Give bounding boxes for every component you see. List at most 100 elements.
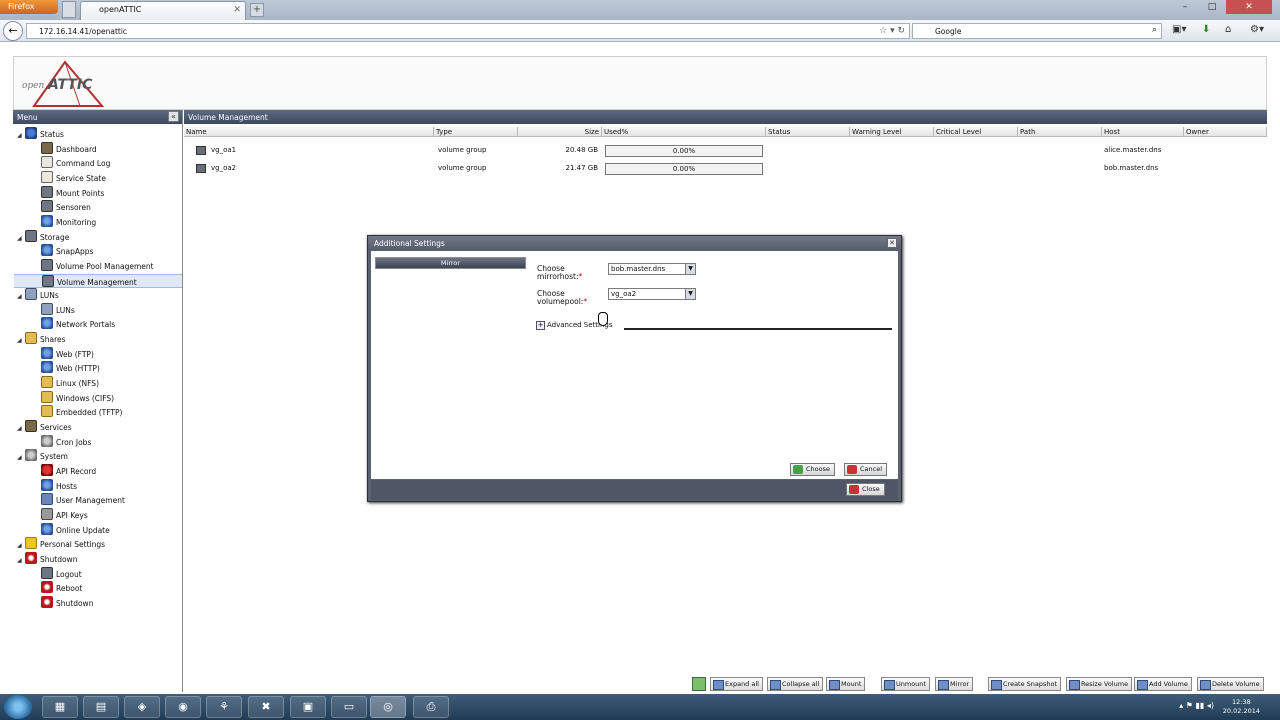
sidebar-item-status[interactable]: ◢ Status — [17, 127, 64, 141]
unmount-button[interactable]: Unmount — [881, 677, 930, 691]
search-bar[interactable]: Google ⌕ — [912, 23, 1162, 39]
sidebar-item-cron-jobs[interactable]: Cron Jobs — [33, 434, 91, 449]
column-header-status[interactable]: Status — [766, 127, 850, 137]
sidebar-item-shares[interactable]: ◢ Shares — [17, 332, 66, 346]
mirrorhost-select[interactable]: bob.master.dns ▼ — [608, 263, 696, 275]
home-icon[interactable]: ⌂ — [1225, 24, 1231, 35]
delete-volume-button[interactable]: Delete Volume — [1197, 677, 1264, 691]
expand-triangle-icon[interactable]: ◢ — [17, 290, 25, 304]
taskbar-firefox-icon[interactable]: ◎ — [370, 696, 406, 718]
sidebar-item-linux-nfs[interactable]: Linux (NFS) — [33, 376, 99, 390]
tab-close-icon[interactable]: ✕ — [233, 5, 241, 15]
sidebar-item-volume-pool-management[interactable]: Volume Pool Management — [33, 258, 154, 273]
collapse-all-button[interactable]: Collapse all — [767, 677, 824, 691]
download-icon[interactable]: ⬇ — [1202, 24, 1210, 35]
sidebar-item-luns[interactable]: LUNs — [33, 302, 75, 317]
maximize-button[interactable]: □ — [1199, 0, 1225, 14]
sidebar-item-command-log[interactable]: Command Log — [33, 156, 110, 170]
bookmark-star-icon[interactable]: ☆ ▾ ↻ — [879, 26, 905, 36]
sidebar-item-api-record[interactable]: API Record — [33, 463, 96, 478]
search-icon[interactable]: ⌕ — [1152, 25, 1157, 35]
sidebar-item-hosts[interactable]: Hosts — [33, 478, 77, 493]
taskbar-app-icon[interactable]: ✖ — [248, 696, 284, 718]
taskbar-app-icon[interactable]: ▭ — [331, 696, 367, 718]
firefox-menu-button[interactable]: Firefox — [0, 0, 58, 14]
column-header-name[interactable]: Name — [184, 127, 434, 137]
sidebar-item-services[interactable]: ◢ Services — [17, 420, 72, 434]
sidebar-item-snapapps[interactable]: SnapApps — [33, 244, 93, 258]
sidebar-item-storage[interactable]: ◢ Storage — [17, 229, 69, 246]
expand-all-button[interactable]: Expand all — [710, 677, 763, 691]
expand-triangle-icon[interactable]: ◢ — [17, 422, 25, 436]
sidebar-item-logout[interactable]: Logout — [33, 566, 82, 581]
sidebar-item-service-state[interactable]: Service State — [33, 170, 106, 185]
taskbar-explorer-icon[interactable]: ▤ — [83, 696, 119, 718]
expand-triangle-icon[interactable]: ◢ — [17, 129, 25, 143]
sidebar-item-user-management[interactable]: User Management — [33, 493, 125, 507]
column-header-host[interactable]: Host — [1102, 127, 1184, 137]
sidebar-item-web-http[interactable]: Web (HTTP) — [33, 361, 100, 375]
sidebar-item-dashboard[interactable]: Dashboard — [33, 141, 97, 156]
expand-triangle-icon[interactable]: ◢ — [17, 554, 25, 568]
expand-triangle-icon[interactable]: ◢ — [17, 232, 25, 246]
resize-volume-button[interactable]: Resize Volume — [1066, 677, 1133, 691]
column-header-path[interactable]: Path — [1018, 127, 1102, 137]
sidebar-item-mount-points[interactable]: Mount Points — [33, 185, 104, 200]
tools-icon[interactable]: ⚙▾ — [1250, 24, 1264, 35]
column-header-warning-level[interactable]: Warning Level — [850, 127, 934, 137]
expand-triangle-icon[interactable]: ◢ — [17, 334, 25, 348]
taskbar-app-icon[interactable]: ▣ — [290, 696, 326, 718]
back-button[interactable]: ← — [3, 21, 23, 41]
page-menu-icon[interactable]: ▣▾ — [1172, 24, 1186, 35]
taskbar-app-icon[interactable]: ▦ — [42, 696, 78, 718]
sidebar-item-network-portals[interactable]: Network Portals — [33, 317, 115, 331]
sidebar-item-online-update[interactable]: Online Update — [33, 522, 110, 537]
sidebar-item-web-ftp[interactable]: Web (FTP) — [33, 346, 94, 361]
expand-icon[interactable]: + — [536, 321, 545, 330]
mount-button[interactable]: Mount — [826, 677, 866, 691]
column-header-size[interactable]: Size — [518, 127, 602, 137]
collapse-menu-icon[interactable]: « — [168, 111, 179, 122]
volumepool-select[interactable]: vg_oa2 ▼ — [608, 288, 696, 300]
tab-openattic[interactable]: openATTIC ✕ — [80, 1, 246, 20]
sidebar-item-personal-settings[interactable]: ◢ Personal Settings — [17, 537, 105, 551]
system-clock[interactable]: 12:38 20.02.2014 — [1223, 698, 1260, 716]
create-snapshot-button[interactable]: Create Snapshot — [988, 677, 1062, 691]
dialog-titlebar[interactable]: Additional Settings ✕ — [368, 236, 901, 250]
sidebar-item-embedded-tftp[interactable]: Embedded (TFTP) — [33, 405, 122, 419]
column-header-owner[interactable]: Owner — [1184, 127, 1267, 137]
sidebar-item-luns[interactable]: ◢ LUNs — [17, 288, 59, 302]
pinned-tab[interactable] — [62, 1, 76, 18]
sidebar-item-sensoren[interactable]: Sensoren — [33, 200, 91, 214]
chevron-down-icon[interactable]: ▼ — [685, 264, 695, 274]
chevron-down-icon[interactable]: ▼ — [685, 289, 695, 299]
add-volume-button[interactable]: Add Volume — [1134, 677, 1192, 691]
sidebar-item-reboot[interactable]: Reboot — [33, 581, 82, 595]
sidebar-item-system[interactable]: ◢ System — [17, 449, 68, 463]
sidebar-item-shutdown[interactable]: ◢ Shutdown — [17, 551, 77, 568]
taskbar-app-icon[interactable]: ⚘ — [206, 696, 242, 718]
mirror-button[interactable]: Mirror — [935, 677, 974, 691]
column-header-used[interactable]: Used% — [602, 127, 766, 137]
sidebar-item-shutdown[interactable]: Shutdown — [33, 595, 93, 610]
tray-icons[interactable]: ▴ ⚑ ▮▮ ◂) — [1179, 701, 1214, 710]
sidebar-item-api-keys[interactable]: API Keys — [33, 507, 88, 522]
close-button[interactable]: Close — [846, 483, 885, 496]
refresh-icon[interactable] — [692, 677, 706, 691]
sidebar-item-windows-cifs[interactable]: Windows (CIFS) — [33, 390, 114, 405]
taskbar-network-icon[interactable]: ◈ — [124, 696, 160, 718]
sidebar-item-monitoring[interactable]: Monitoring — [33, 214, 96, 229]
expand-triangle-icon[interactable]: ◢ — [17, 451, 25, 465]
close-window-button[interactable]: ✕ — [1226, 0, 1272, 14]
taskbar-app-icon[interactable]: ◉ — [165, 696, 201, 718]
choose-button[interactable]: Choose — [790, 463, 835, 476]
nav-item-mirror[interactable]: Mirror — [375, 257, 526, 269]
close-icon[interactable]: ✕ — [887, 238, 897, 248]
sidebar-item-volume-management[interactable]: Volume Management — [14, 273, 182, 288]
start-button[interactable] — [4, 695, 32, 719]
cancel-button[interactable]: Cancel — [844, 463, 888, 476]
taskbar-pdf-icon[interactable]: ⎙ — [413, 696, 449, 718]
column-header-type[interactable]: Type — [434, 127, 518, 137]
url-bar[interactable]: 172.16.14.41/openattic ☆ ▾ ↻ — [26, 23, 910, 39]
new-tab-button[interactable]: + — [250, 3, 264, 17]
